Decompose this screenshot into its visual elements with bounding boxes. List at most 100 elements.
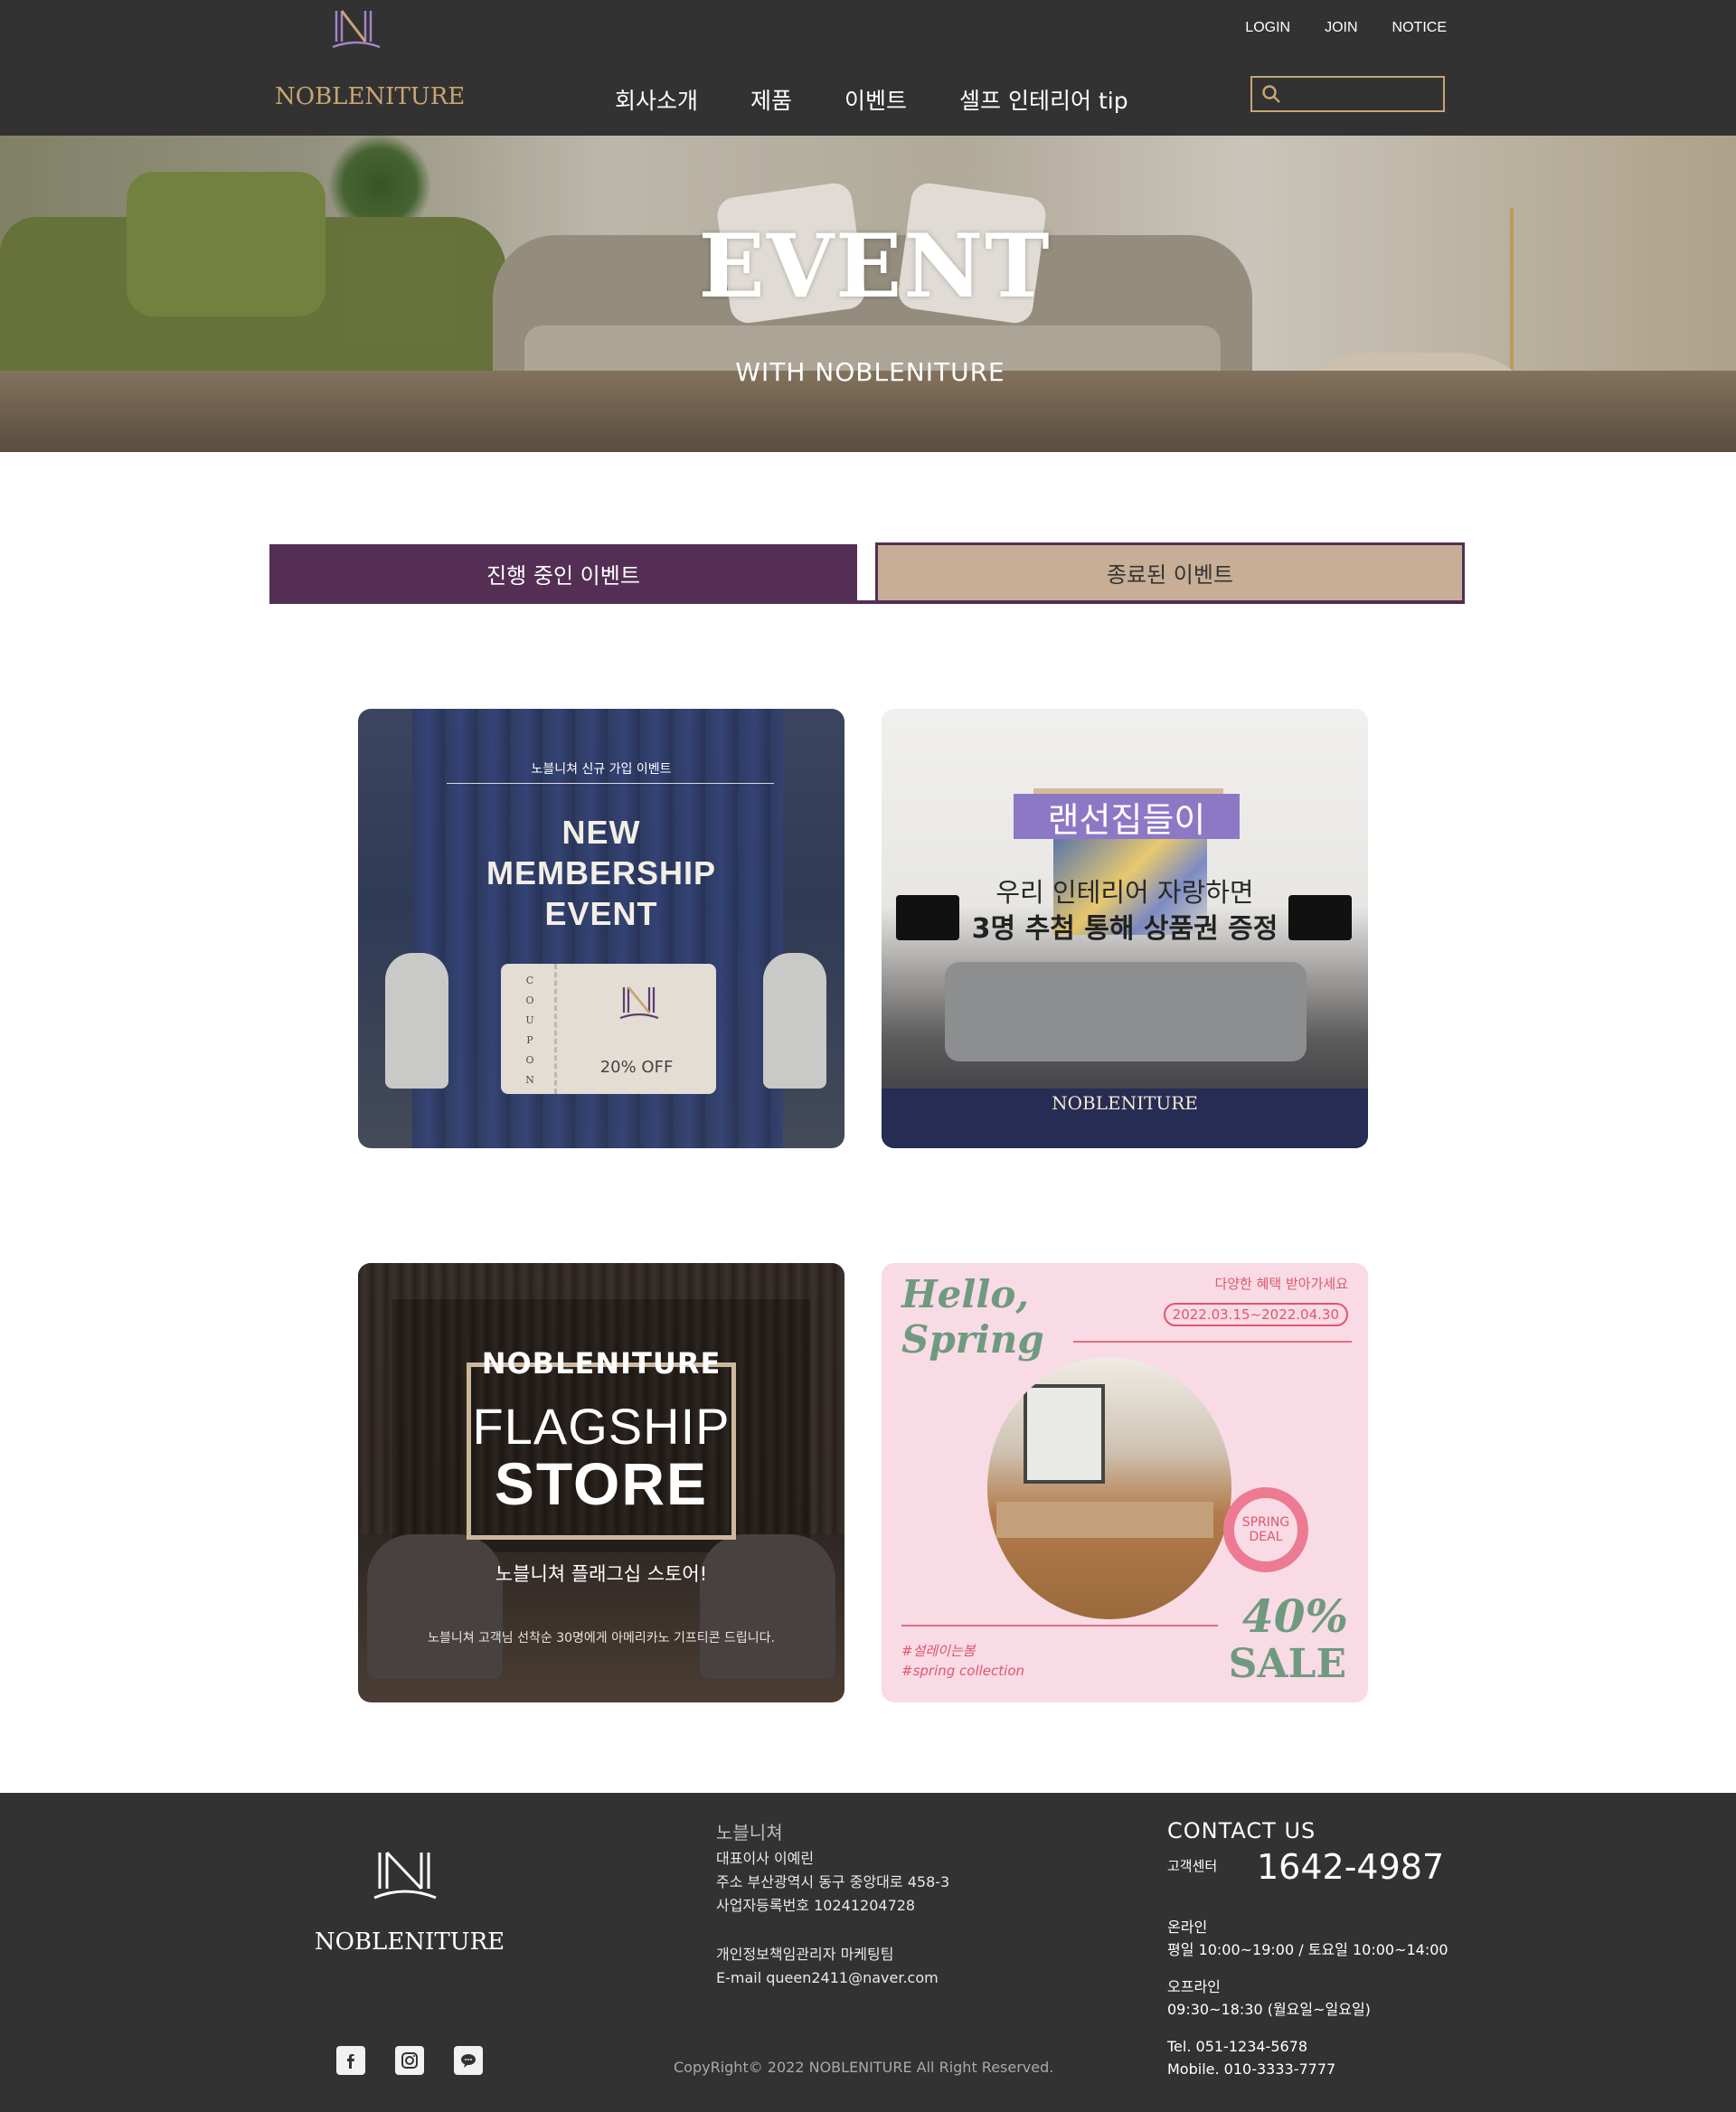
footer-address: 주소 부산광역시 동구 중앙대로 458-3 [716, 1873, 950, 1890]
coupon-vertical-letter: O [525, 1054, 534, 1066]
site-footer: NOBLENITURE 노블니쳐 대표이사 이예린 주소 부산광역시 동구 중앙… [0, 1793, 1736, 2112]
spring-deal-badge: SPRING DEAL [1223, 1487, 1308, 1572]
search-icon[interactable] [1261, 84, 1281, 104]
nav-item-products[interactable]: 제품 [750, 83, 792, 116]
spring-text: Spring [901, 1317, 1044, 1362]
login-link[interactable]: LOGIN [1245, 20, 1290, 36]
footer-ceo: 대표이사 이예린 [716, 1850, 815, 1867]
footer-email[interactable]: E-mail queen2411@naver.com [716, 1966, 939, 1990]
social-links [336, 2046, 483, 2075]
online-hours: 평일 10:00~19:00 / 토요일 10:00~14:00 [1167, 1941, 1448, 1958]
brand-logo-icon[interactable] [329, 5, 383, 54]
hero-banner: EVENT WITH NOBLENITURE [0, 136, 1736, 452]
nav-item-company[interactable]: 회사소개 [615, 83, 698, 116]
tab-ongoing-events[interactable]: 진행 중인 이벤트 [269, 544, 857, 602]
chat-icon[interactable] [454, 2046, 483, 2075]
notice-link[interactable]: NOTICE [1392, 20, 1447, 36]
contact-title: CONTACT US [1167, 1818, 1316, 1843]
chair-right [700, 1534, 835, 1679]
footer-mobile: Mobile. 010-3333-7777 [1167, 2060, 1336, 2078]
hashtag-english: #spring collection [901, 1663, 1025, 1679]
coupon-vertical-letter: C [525, 975, 534, 986]
hello-text: Hello, [901, 1272, 1029, 1316]
membership-title: NEW MEMBERSHIP EVENT [358, 812, 844, 934]
spring-deal-badge-inner: SPRING DEAL [1234, 1498, 1297, 1561]
coupon-vertical-letter: U [525, 1014, 534, 1026]
membership-title-line: MEMBERSHIP [486, 854, 717, 891]
footer-company-name: 노블니쳐 [716, 1822, 783, 1843]
coupon-vertical-label: COUPON [521, 971, 539, 1090]
chair-left [385, 953, 448, 1089]
customer-center-number[interactable]: 1642-4987 [1257, 1847, 1444, 1887]
online-label: 온라인 [1167, 1919, 1208, 1936]
flagship-note: 노블니쳐 고객님 선착순 30명에게 아메리카노 기프티콘 드립니다. [428, 1631, 775, 1645]
hero-subtitle: WITH NOBLENITURE [735, 357, 1005, 387]
housewarming-line1: 우리 인테리어 자랑하면 [995, 877, 1254, 908]
chair-right [763, 953, 826, 1089]
event-card-membership[interactable]: 노블니쳐 신규 가입 이벤트 NEW MEMBERSHIP EVENT COUP… [358, 709, 844, 1148]
footer-copyright: CopyRight© 2022 NOBLENITURE All Right Re… [674, 2059, 1054, 2076]
brand-logo-text[interactable]: NOBLENITURE [275, 83, 465, 110]
sale-percent: 40% [1241, 1589, 1348, 1643]
instagram-icon[interactable] [395, 2046, 424, 2075]
brand-logo-icon [619, 986, 659, 1020]
housewarming-line2: 3명 추첨 통해 상품권 증정 [971, 913, 1278, 945]
footer-hours: 온라인 평일 10:00~19:00 / 토요일 10:00~14:00 오프라… [1167, 1916, 1448, 2080]
brand-logo-icon [373, 1851, 437, 1900]
coupon-vertical-letter: P [526, 1034, 533, 1046]
membership-divider [447, 783, 774, 784]
sale-label: SALE [1228, 1641, 1346, 1687]
event-tabs: 진행 중인 이벤트 종료된 이벤트 [269, 542, 1465, 604]
search-input[interactable] [1250, 76, 1445, 112]
coupon-ticket: COUPON 20% OFF [501, 964, 716, 1094]
site-header: NOBLENITURE LOGIN JOIN NOTICE 회사소개 제품 이벤… [0, 0, 1736, 136]
footer-divider [901, 1625, 1218, 1626]
living-room-sofa [945, 962, 1307, 1061]
desk [996, 1502, 1213, 1538]
flagship-title: FLAGSHIP [472, 1398, 731, 1455]
event-card-flagship-store[interactable]: NOBLENITURE FLAGSHIP STORE 노블니쳐 플래그십 스토어… [358, 1263, 844, 1702]
membership-title-line: NEW [561, 814, 641, 851]
membership-subtitle: 노블니쳐 신규 가입 이벤트 [531, 762, 672, 777]
join-link[interactable]: JOIN [1325, 20, 1357, 36]
nav-item-interior-tips[interactable]: 셀프 인테리어 tip [959, 83, 1128, 116]
flagship-korean-title: 노블니쳐 플래그십 스토어! [495, 1563, 708, 1585]
badge-line: SPRING [1241, 1515, 1290, 1530]
top-links: LOGIN JOIN NOTICE [1245, 20, 1447, 36]
coupon-discount: 20% OFF [599, 1058, 674, 1077]
event-card-housewarming[interactable]: 랜선집들이 우리 인테리어 자랑하면 3명 추첨 통해 상품권 증정 NOBLE… [882, 709, 1368, 1148]
housewarming-heading: 랜선집들이 [1014, 794, 1240, 840]
hero-title: EVENT [698, 215, 1052, 317]
window [1024, 1384, 1105, 1484]
facebook-icon[interactable] [336, 2046, 365, 2075]
chair-left [367, 1534, 503, 1679]
offline-hours: 09:30~18:30 (월요일~일요일) [1167, 2001, 1371, 2018]
offline-label: 오프라인 [1167, 1978, 1221, 1995]
footer-tel: Tel. 051-1234-5678 [1167, 2038, 1308, 2055]
event-card-spring-sale[interactable]: Hello, Spring 다양한 혜택 받아가세요 2022.03.15~20… [882, 1263, 1368, 1702]
membership-title-line: EVENT [544, 895, 658, 932]
hashtag-korean: #설레이는봄 [901, 1643, 976, 1659]
header-divider [1073, 1341, 1352, 1343]
date-range-badge: 2022.03.15~2022.04.30 [1163, 1303, 1348, 1326]
store-title: STORE [494, 1450, 709, 1517]
tab-ended-events[interactable]: 종료된 이벤트 [875, 542, 1465, 600]
room-photo-circle [987, 1357, 1231, 1619]
badge-line: DEAL [1249, 1530, 1283, 1544]
footer-privacy-manager: 개인정보책임관리자 마케팅팀 [716, 1946, 894, 1963]
housewarming-brand: NOBLENITURE [1052, 1092, 1198, 1114]
coupon-vertical-letter: N [525, 1074, 534, 1086]
nav-item-events[interactable]: 이벤트 [844, 83, 907, 116]
coupon-vertical-letter: O [525, 995, 534, 1006]
footer-logo-text: NOBLENITURE [314, 1928, 505, 1956]
offer-text: 다양한 혜택 받아가세요 [1214, 1276, 1348, 1292]
hello-spring-title: Hello, Spring [901, 1272, 1044, 1362]
flagship-brand: NOBLENITURE [481, 1346, 722, 1381]
coupon-stub: COUPON [501, 964, 557, 1094]
main-nav: 회사소개 제품 이벤트 셀프 인테리어 tip [615, 83, 1128, 116]
footer-business-number: 사업자등록번호 10241204728 [716, 1897, 916, 1914]
customer-center-label: 고객센터 [1167, 1858, 1218, 1874]
footer-privacy-info: 개인정보책임관리자 마케팅팀 E-mail queen2411@naver.co… [716, 1943, 939, 1990]
